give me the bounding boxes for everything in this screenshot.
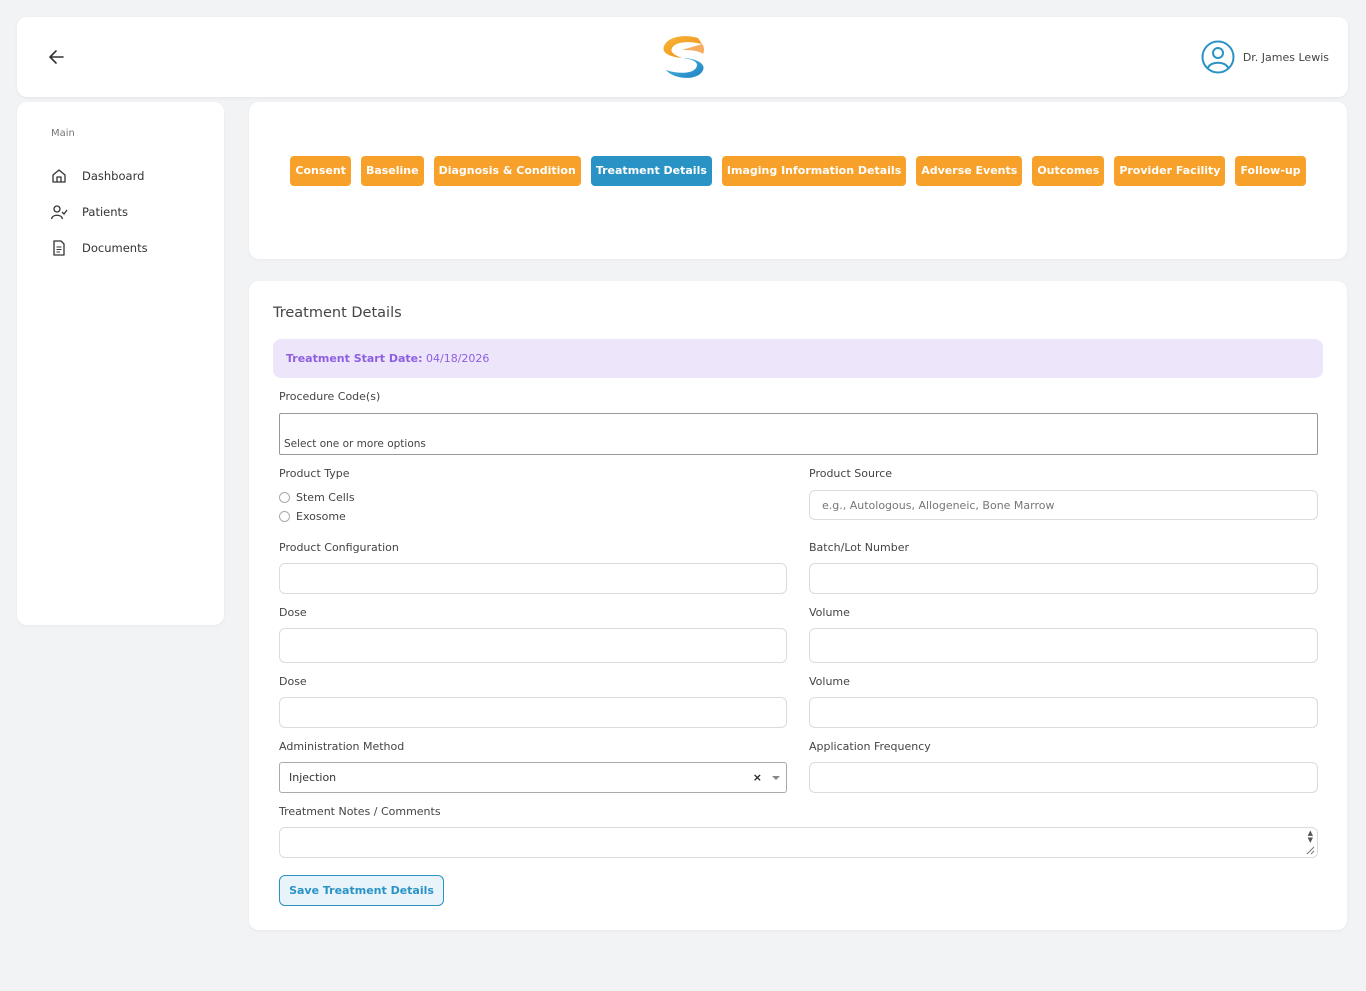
resize-grip-icon[interactable] (1306, 846, 1315, 855)
batch-lot-number-label: Batch/Lot Number (809, 541, 909, 554)
volume-input-2[interactable] (809, 697, 1318, 728)
treatment-notes-textarea[interactable]: ▲ ▼ (279, 827, 1318, 858)
radio-circle[interactable] (279, 492, 290, 503)
application-frequency-input[interactable] (809, 762, 1318, 793)
tab-follow-up[interactable]: Follow-up (1235, 156, 1306, 186)
product-source-placeholder: e.g., Autologous, Allogeneic, Bone Marro… (822, 498, 1055, 512)
tab-diagnosis-condition[interactable]: Diagnosis & Condition (433, 156, 581, 186)
save-treatment-details-button[interactable]: Save Treatment Details (279, 875, 444, 906)
product-source-label: Product Source (809, 467, 893, 480)
form-title: Treatment Details (273, 305, 402, 321)
tab-consent[interactable]: Consent (290, 156, 351, 186)
sidebar-section-label: Main (51, 128, 75, 139)
user-avatar-icon (1201, 40, 1235, 74)
back-arrow-icon[interactable] (47, 46, 67, 68)
dose-label-2: Dose (279, 675, 307, 688)
sidebar-item-patients[interactable]: Patients (50, 194, 148, 230)
treatment-notes-label: Treatment Notes / Comments (279, 805, 441, 818)
product-type-radio-exosome[interactable]: Exosome (279, 510, 346, 523)
top-bar: Dr. James Lewis (17, 17, 1348, 97)
product-configuration-label: Product Configuration (279, 541, 399, 554)
radio-label: Stem Cells (296, 491, 355, 504)
volume-label: Volume (809, 606, 850, 619)
radio-circle[interactable] (279, 511, 290, 522)
tab-outcomes[interactable]: Outcomes (1032, 156, 1105, 186)
home-icon (52, 169, 66, 183)
sidebar-item-documents[interactable]: Documents (50, 230, 148, 266)
product-source-input[interactable]: e.g., Autologous, Allogeneic, Bone Marro… (809, 490, 1318, 520)
radio-label: Exosome (296, 510, 346, 523)
administration-method-select[interactable]: Injection × (279, 762, 787, 793)
form-tabs-card: Consent Baseline Diagnosis & Condition T… (249, 102, 1347, 259)
tab-treatment-details[interactable]: Treatment Details (590, 156, 712, 186)
administration-method-label: Administration Method (279, 740, 405, 753)
user-name: Dr. James Lewis (1242, 50, 1329, 64)
chevron-down-icon[interactable] (772, 776, 780, 780)
batch-lot-number-input[interactable] (809, 563, 1318, 594)
sidebar-item-dashboard[interactable]: Dashboard (50, 158, 148, 194)
sidebar-item-label: Documents (82, 241, 148, 255)
application-frequency-label: Application Frequency (809, 740, 931, 753)
sidebar-nav: Dashboard Patients Documents (50, 158, 148, 266)
tab-imaging-information-details[interactable]: Imaging Information Details (721, 156, 907, 186)
sidebar-item-label: Dashboard (82, 169, 145, 183)
administration-method-value: Injection (289, 771, 337, 784)
app-logo (658, 32, 710, 84)
sidebar-item-label: Patients (82, 205, 129, 219)
treatment-details-form: Treatment Details Treatment Start Date: … (249, 281, 1347, 930)
procedure-codes-multiselect[interactable]: Select one or more options (279, 413, 1318, 455)
product-type-radio-stem-cells[interactable]: Stem Cells (279, 491, 355, 504)
sidebar: Main Dashboard Patients Documents (17, 102, 224, 625)
clear-selection-icon[interactable]: × (753, 771, 762, 784)
spinner-arrows-icon[interactable]: ▲ ▼ (1308, 830, 1313, 844)
procedure-codes-placeholder: Select one or more options (284, 438, 426, 450)
user-menu[interactable]: Dr. James Lewis (1201, 39, 1329, 75)
product-type-label: Product Type (279, 467, 350, 480)
banner-value: 04/18/2026 (422, 352, 490, 365)
banner-label: Treatment Start Date: (286, 352, 423, 365)
form-tabs: Consent Baseline Diagnosis & Condition T… (249, 156, 1347, 186)
volume-label-2: Volume (809, 675, 850, 688)
user-check-icon (50, 205, 68, 220)
tab-adverse-events[interactable]: Adverse Events (916, 156, 1023, 186)
product-configuration-input[interactable] (279, 563, 787, 594)
dose-input-2[interactable] (279, 697, 787, 728)
procedure-codes-label: Procedure Code(s) (279, 390, 381, 403)
treatment-start-date-banner: Treatment Start Date: 04/18/2026 (273, 339, 1323, 378)
tab-provider-facility[interactable]: Provider Facility (1114, 156, 1226, 186)
dose-label: Dose (279, 606, 307, 619)
dose-input[interactable] (279, 628, 787, 663)
volume-input[interactable] (809, 628, 1318, 663)
tab-baseline[interactable]: Baseline (360, 156, 424, 186)
document-icon (53, 240, 65, 256)
